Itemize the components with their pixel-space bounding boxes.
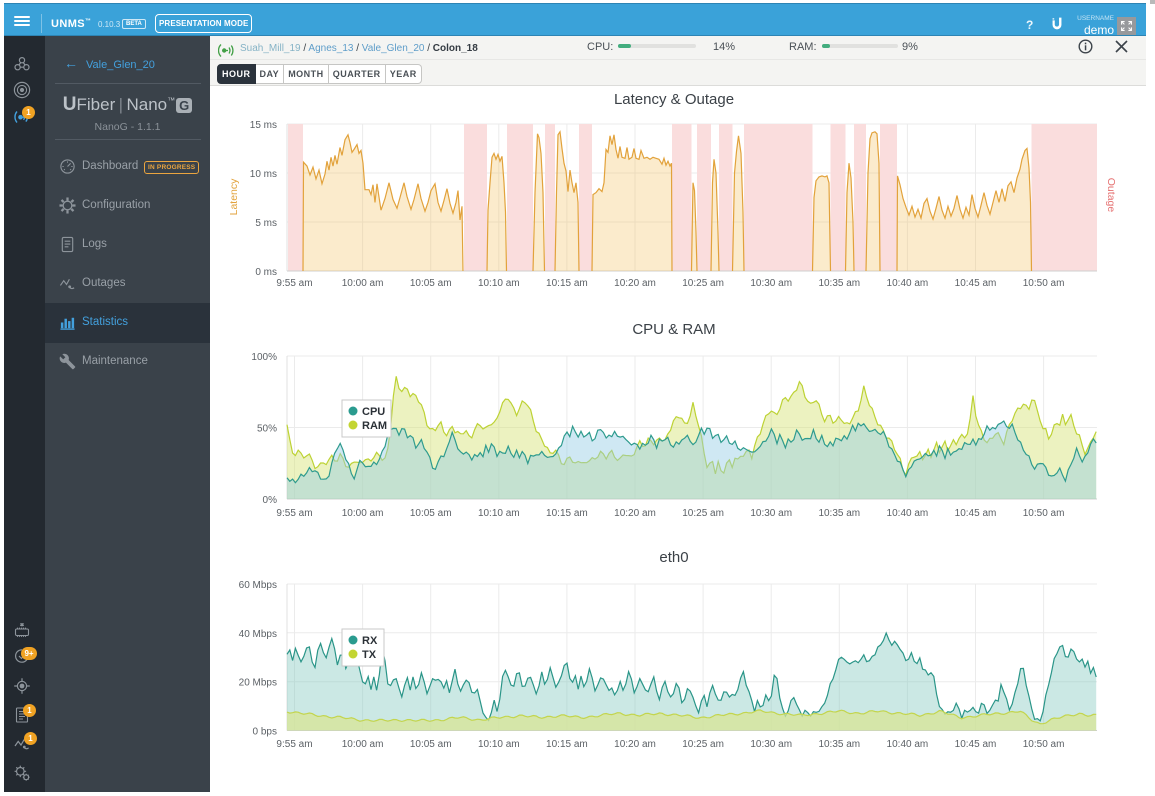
svg-text:10:45 am: 10:45 am bbox=[955, 739, 997, 750]
svg-text:10:35 am: 10:35 am bbox=[818, 508, 860, 519]
svg-text:9:55 am: 9:55 am bbox=[276, 278, 312, 289]
svg-text:10:20 am: 10:20 am bbox=[614, 739, 656, 750]
svg-text:10:10 am: 10:10 am bbox=[478, 508, 520, 519]
svg-text:10:25 am: 10:25 am bbox=[682, 739, 724, 750]
svg-text:50%: 50% bbox=[257, 424, 277, 435]
svg-text:10:50 am: 10:50 am bbox=[1023, 508, 1065, 519]
svg-text:10:00 am: 10:00 am bbox=[342, 739, 384, 750]
svg-text:10:15 am: 10:15 am bbox=[546, 278, 588, 289]
svg-text:0 bps: 0 bps bbox=[253, 727, 277, 738]
svg-text:10:25 am: 10:25 am bbox=[682, 278, 724, 289]
svg-text:10:50 am: 10:50 am bbox=[1023, 739, 1065, 750]
svg-text:10 ms: 10 ms bbox=[250, 169, 277, 180]
svg-text:10:50 am: 10:50 am bbox=[1023, 278, 1065, 289]
svg-text:10:10 am: 10:10 am bbox=[478, 278, 520, 289]
svg-text:9:55 am: 9:55 am bbox=[276, 739, 312, 750]
svg-text:60 Mbps: 60 Mbps bbox=[239, 580, 277, 591]
svg-text:20 Mbps: 20 Mbps bbox=[239, 678, 277, 689]
svg-text:0%: 0% bbox=[263, 495, 278, 506]
svg-text:TX: TX bbox=[362, 649, 377, 661]
svg-text:10:45 am: 10:45 am bbox=[955, 508, 997, 519]
svg-text:Outage: Outage bbox=[1105, 178, 1117, 213]
svg-text:40 Mbps: 40 Mbps bbox=[239, 629, 277, 640]
svg-text:5 ms: 5 ms bbox=[255, 218, 277, 229]
svg-text:Latency: Latency bbox=[228, 178, 240, 216]
svg-text:10:30 am: 10:30 am bbox=[750, 508, 792, 519]
svg-text:RAM: RAM bbox=[362, 420, 387, 432]
svg-text:10:35 am: 10:35 am bbox=[818, 739, 860, 750]
svg-text:10:00 am: 10:00 am bbox=[342, 278, 384, 289]
svg-text:10:25 am: 10:25 am bbox=[682, 508, 724, 519]
svg-text:10:05 am: 10:05 am bbox=[410, 508, 452, 519]
svg-text:10:20 am: 10:20 am bbox=[614, 278, 656, 289]
svg-text:10:05 am: 10:05 am bbox=[410, 739, 452, 750]
svg-text:10:20 am: 10:20 am bbox=[614, 508, 656, 519]
svg-text:10:00 am: 10:00 am bbox=[342, 508, 384, 519]
svg-text:10:35 am: 10:35 am bbox=[818, 278, 860, 289]
svg-text:100%: 100% bbox=[251, 352, 277, 363]
svg-text:10:40 am: 10:40 am bbox=[887, 739, 929, 750]
svg-text:10:30 am: 10:30 am bbox=[750, 739, 792, 750]
svg-text:10:30 am: 10:30 am bbox=[750, 278, 792, 289]
svg-text:10:45 am: 10:45 am bbox=[955, 278, 997, 289]
svg-text:15 ms: 15 ms bbox=[250, 120, 277, 131]
svg-text:Latency & Outage: Latency & Outage bbox=[614, 91, 734, 108]
svg-text:10:15 am: 10:15 am bbox=[546, 508, 588, 519]
svg-text:10:15 am: 10:15 am bbox=[546, 739, 588, 750]
svg-text:RX: RX bbox=[362, 635, 378, 647]
svg-text:10:40 am: 10:40 am bbox=[887, 508, 929, 519]
svg-text:CPU: CPU bbox=[362, 406, 385, 418]
svg-text:10:40 am: 10:40 am bbox=[887, 278, 929, 289]
svg-text:eth0: eth0 bbox=[659, 549, 688, 566]
svg-text:10:05 am: 10:05 am bbox=[410, 278, 452, 289]
svg-text:CPU & RAM: CPU & RAM bbox=[632, 321, 715, 338]
svg-text:9:55 am: 9:55 am bbox=[276, 508, 312, 519]
svg-text:0 ms: 0 ms bbox=[255, 267, 277, 278]
svg-text:10:10 am: 10:10 am bbox=[478, 739, 520, 750]
